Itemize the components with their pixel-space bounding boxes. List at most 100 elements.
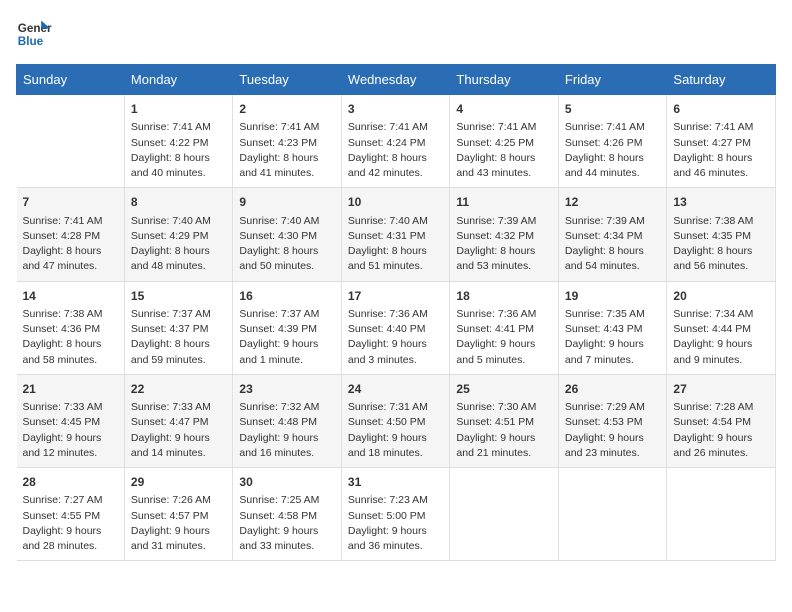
day-info: Sunrise: 7:33 AMSunset: 4:45 PMDaylight:… bbox=[23, 400, 118, 461]
day-info: Sunrise: 7:25 AMSunset: 4:58 PMDaylight:… bbox=[239, 493, 335, 554]
day-number: 26 bbox=[565, 381, 661, 398]
week-row-2: 7 Sunrise: 7:41 AMSunset: 4:28 PMDaylight… bbox=[17, 188, 776, 281]
calendar-cell: 7 Sunrise: 7:41 AMSunset: 4:28 PMDaylight… bbox=[17, 188, 125, 281]
svg-text:General: General bbox=[18, 22, 52, 35]
day-number: 29 bbox=[131, 474, 227, 491]
day-info: Sunrise: 7:41 AMSunset: 4:26 PMDaylight:… bbox=[565, 120, 661, 181]
day-info: Sunrise: 7:31 AMSunset: 4:50 PMDaylight:… bbox=[348, 400, 444, 461]
calendar-cell: 8 Sunrise: 7:40 AMSunset: 4:29 PMDaylight… bbox=[124, 188, 233, 281]
calendar-cell: 4Sunrise: 7:41 AMSunset: 4:25 PMDaylight… bbox=[450, 95, 559, 188]
calendar-cell: 2 Sunrise: 7:41 AMSunset: 4:23 PMDaylight… bbox=[233, 95, 342, 188]
calendar-cell: 3 Sunrise: 7:41 AMSunset: 4:24 PMDaylight… bbox=[341, 95, 450, 188]
calendar-cell: 20 Sunrise: 7:34 AMSunset: 4:44 PMDayligh… bbox=[667, 281, 776, 374]
week-row-1: 1 Sunrise: 7:41 AMSunset: 4:22 PMDaylight… bbox=[17, 95, 776, 188]
calendar-cell: 26 Sunrise: 7:29 AMSunset: 4:53 PMDayligh… bbox=[558, 374, 667, 467]
day-header-thursday: Thursday bbox=[450, 65, 559, 95]
day-info: Sunrise: 7:37 AMSunset: 4:39 PMDaylight:… bbox=[239, 307, 335, 368]
week-row-4: 21Sunrise: 7:33 AMSunset: 4:45 PMDayligh… bbox=[17, 374, 776, 467]
calendar-cell: 31 Sunrise: 7:23 AMSunset: 5:00 PMDayligh… bbox=[341, 468, 450, 561]
calendar-cell: 14 Sunrise: 7:38 AMSunset: 4:36 PMDayligh… bbox=[17, 281, 125, 374]
day-number: 23 bbox=[239, 381, 335, 398]
day-number: 7 bbox=[23, 194, 118, 211]
day-info: Sunrise: 7:29 AMSunset: 4:53 PMDaylight:… bbox=[565, 400, 661, 461]
day-info: Sunrise: 7:28 AMSunset: 4:54 PMDaylight:… bbox=[673, 400, 769, 461]
day-number: 13 bbox=[673, 194, 769, 211]
day-info: Sunrise: 7:27 AMSunset: 4:55 PMDaylight:… bbox=[23, 493, 118, 554]
day-info: Sunrise: 7:38 AMSunset: 4:36 PMDaylight:… bbox=[23, 307, 118, 368]
day-header-saturday: Saturday bbox=[667, 65, 776, 95]
day-info: Sunrise: 7:41 AMSunset: 4:28 PMDaylight:… bbox=[23, 214, 118, 275]
calendar-cell: 1 Sunrise: 7:41 AMSunset: 4:22 PMDaylight… bbox=[124, 95, 233, 188]
calendar-cell: 17 Sunrise: 7:36 AMSunset: 4:40 PMDayligh… bbox=[341, 281, 450, 374]
day-number: 28 bbox=[23, 474, 118, 491]
calendar-cell: 10Sunrise: 7:40 AMSunset: 4:31 PMDayligh… bbox=[341, 188, 450, 281]
calendar-cell: 19 Sunrise: 7:35 AMSunset: 4:43 PMDayligh… bbox=[558, 281, 667, 374]
day-number: 17 bbox=[348, 288, 444, 305]
day-header-monday: Monday bbox=[124, 65, 233, 95]
day-number: 1 bbox=[131, 101, 227, 118]
day-number: 4 bbox=[456, 101, 552, 118]
day-info: Sunrise: 7:41 AMSunset: 4:24 PMDaylight:… bbox=[348, 120, 444, 181]
day-number: 15 bbox=[131, 288, 227, 305]
day-info: Sunrise: 7:41 AMSunset: 4:22 PMDaylight:… bbox=[131, 120, 227, 181]
calendar-cell: 29 Sunrise: 7:26 AMSunset: 4:57 PMDayligh… bbox=[124, 468, 233, 561]
day-info: Sunrise: 7:36 AMSunset: 4:40 PMDaylight:… bbox=[348, 307, 444, 368]
day-info: Sunrise: 7:33 AMSunset: 4:47 PMDaylight:… bbox=[131, 400, 227, 461]
day-info: Sunrise: 7:26 AMSunset: 4:57 PMDaylight:… bbox=[131, 493, 227, 554]
day-info: Sunrise: 7:30 AMSunset: 4:51 PMDaylight:… bbox=[456, 400, 552, 461]
calendar-table: SundayMondayTuesdayWednesdayThursdayFrid… bbox=[16, 64, 776, 561]
calendar-cell bbox=[450, 468, 559, 561]
day-number: 25 bbox=[456, 381, 552, 398]
header-row: SundayMondayTuesdayWednesdayThursdayFrid… bbox=[17, 65, 776, 95]
day-number: 30 bbox=[239, 474, 335, 491]
day-info: Sunrise: 7:34 AMSunset: 4:44 PMDaylight:… bbox=[673, 307, 769, 368]
calendar-cell: 6 Sunrise: 7:41 AMSunset: 4:27 PMDaylight… bbox=[667, 95, 776, 188]
day-number: 31 bbox=[348, 474, 444, 491]
calendar-cell: 15 Sunrise: 7:37 AMSunset: 4:37 PMDayligh… bbox=[124, 281, 233, 374]
calendar-cell: 13 Sunrise: 7:38 AMSunset: 4:35 PMDayligh… bbox=[667, 188, 776, 281]
day-header-tuesday: Tuesday bbox=[233, 65, 342, 95]
day-info: Sunrise: 7:38 AMSunset: 4:35 PMDaylight:… bbox=[673, 214, 769, 275]
day-number: 20 bbox=[673, 288, 769, 305]
day-info: Sunrise: 7:36 AMSunset: 4:41 PMDaylight:… bbox=[456, 307, 552, 368]
day-number: 19 bbox=[565, 288, 661, 305]
calendar-cell bbox=[558, 468, 667, 561]
logo: General Blue bbox=[16, 16, 52, 52]
day-number: 2 bbox=[239, 101, 335, 118]
day-number: 22 bbox=[131, 381, 227, 398]
calendar-cell: 23Sunrise: 7:32 AMSunset: 4:48 PMDayligh… bbox=[233, 374, 342, 467]
day-info: Sunrise: 7:40 AMSunset: 4:29 PMDaylight:… bbox=[131, 214, 227, 275]
day-header-sunday: Sunday bbox=[17, 65, 125, 95]
day-number: 3 bbox=[348, 101, 444, 118]
day-info: Sunrise: 7:40 AMSunset: 4:31 PMDaylight:… bbox=[348, 214, 444, 275]
day-number: 18 bbox=[456, 288, 552, 305]
calendar-cell: 9Sunrise: 7:40 AMSunset: 4:30 PMDaylight… bbox=[233, 188, 342, 281]
day-number: 27 bbox=[673, 381, 769, 398]
day-number: 9 bbox=[239, 194, 335, 211]
day-header-wednesday: Wednesday bbox=[341, 65, 450, 95]
day-number: 24 bbox=[348, 381, 444, 398]
day-info: Sunrise: 7:41 AMSunset: 4:27 PMDaylight:… bbox=[673, 120, 769, 181]
day-number: 6 bbox=[673, 101, 769, 118]
calendar-cell bbox=[667, 468, 776, 561]
day-number: 14 bbox=[23, 288, 118, 305]
calendar-cell: 22 Sunrise: 7:33 AMSunset: 4:47 PMDayligh… bbox=[124, 374, 233, 467]
week-row-5: 28 Sunrise: 7:27 AMSunset: 4:55 PMDayligh… bbox=[17, 468, 776, 561]
calendar-cell: 24 Sunrise: 7:31 AMSunset: 4:50 PMDayligh… bbox=[341, 374, 450, 467]
logo-icon: General Blue bbox=[16, 16, 52, 52]
day-number: 12 bbox=[565, 194, 661, 211]
day-info: Sunrise: 7:37 AMSunset: 4:37 PMDaylight:… bbox=[131, 307, 227, 368]
svg-text:Blue: Blue bbox=[18, 35, 44, 48]
calendar-cell: 30 Sunrise: 7:25 AMSunset: 4:58 PMDayligh… bbox=[233, 468, 342, 561]
week-row-3: 14 Sunrise: 7:38 AMSunset: 4:36 PMDayligh… bbox=[17, 281, 776, 374]
day-info: Sunrise: 7:23 AMSunset: 5:00 PMDaylight:… bbox=[348, 493, 444, 554]
calendar-cell: 5Sunrise: 7:41 AMSunset: 4:26 PMDaylight… bbox=[558, 95, 667, 188]
day-info: Sunrise: 7:41 AMSunset: 4:23 PMDaylight:… bbox=[239, 120, 335, 181]
calendar-cell bbox=[17, 95, 125, 188]
day-info: Sunrise: 7:35 AMSunset: 4:43 PMDaylight:… bbox=[565, 307, 661, 368]
calendar-cell: 21Sunrise: 7:33 AMSunset: 4:45 PMDayligh… bbox=[17, 374, 125, 467]
calendar-cell: 25 Sunrise: 7:30 AMSunset: 4:51 PMDayligh… bbox=[450, 374, 559, 467]
calendar-cell: 18 Sunrise: 7:36 AMSunset: 4:41 PMDayligh… bbox=[450, 281, 559, 374]
day-number: 8 bbox=[131, 194, 227, 211]
calendar-cell: 12Sunrise: 7:39 AMSunset: 4:34 PMDayligh… bbox=[558, 188, 667, 281]
